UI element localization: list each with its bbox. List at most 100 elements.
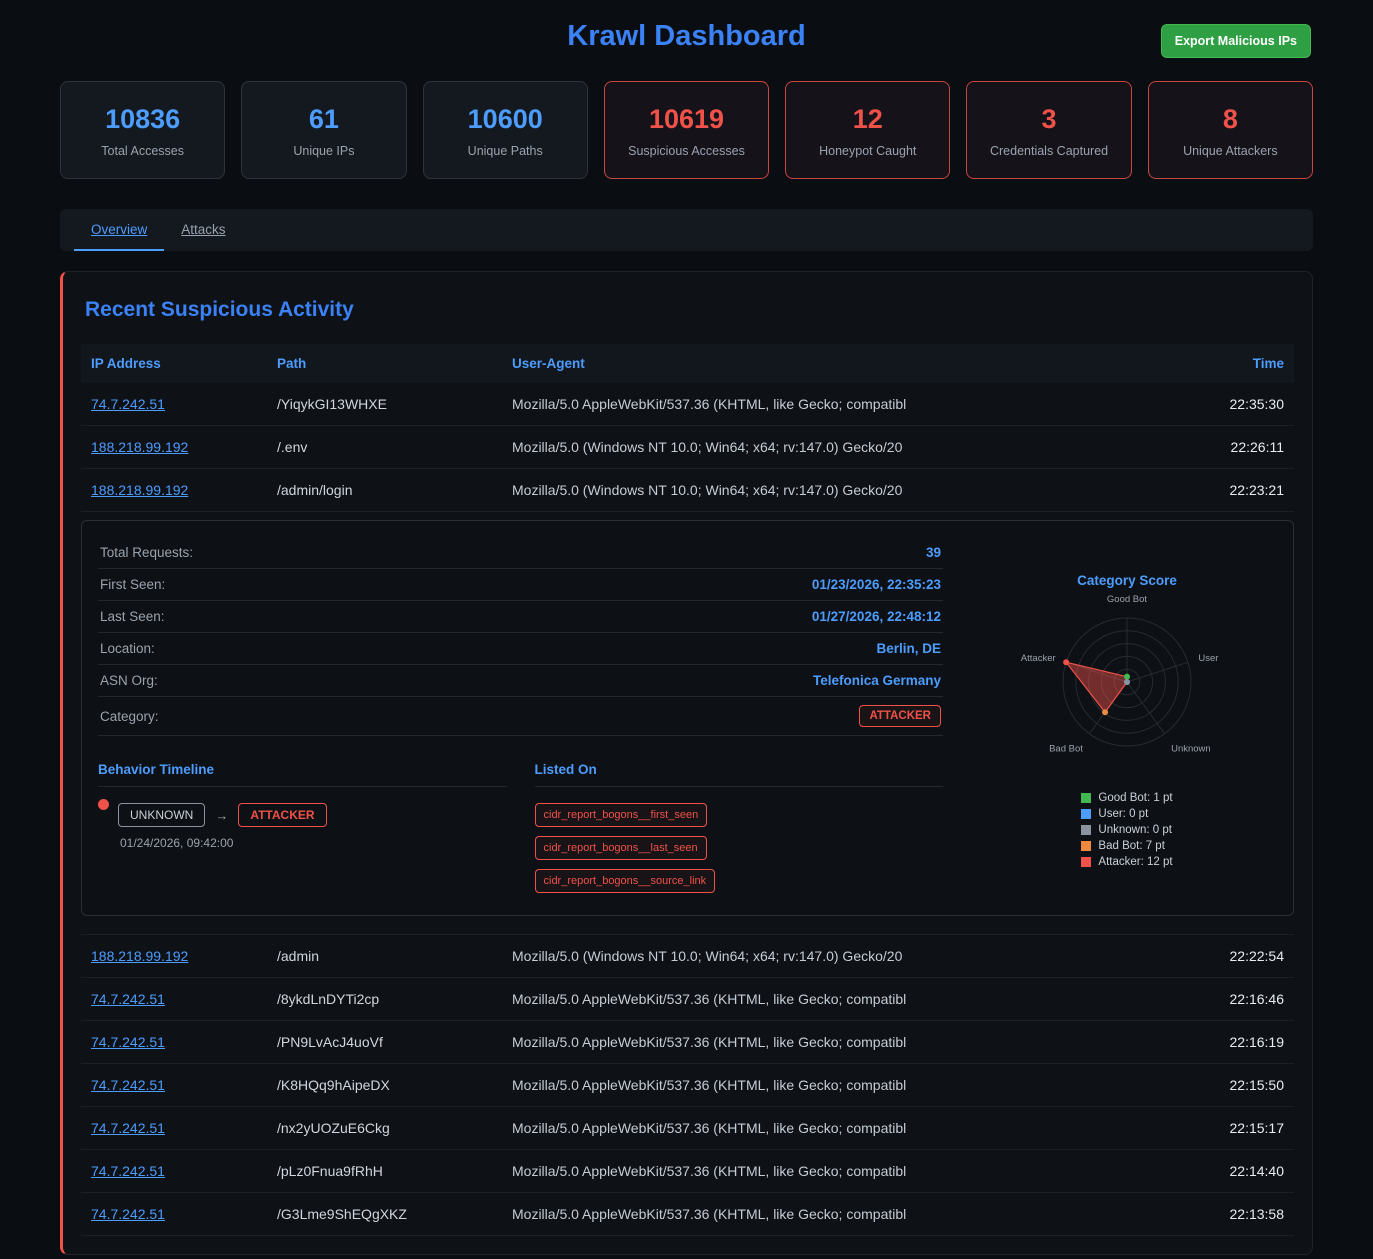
- stat-label: Total Accesses: [67, 144, 218, 158]
- ip-link[interactable]: 188.218.99.192: [91, 482, 188, 498]
- expanded-detail-row: Total Requests: 39 First Seen: 01/23/202…: [81, 512, 1294, 935]
- chart-legend: Good Bot: 1 pt User: 0 pt Unknown: 0 pt: [1081, 788, 1172, 872]
- path-cell: /.env: [267, 426, 502, 469]
- chart-title: Category Score: [977, 573, 1277, 588]
- svg-text:Unknown: Unknown: [1171, 743, 1211, 754]
- legend-item: User: 0 pt: [1081, 808, 1172, 820]
- time-cell: 22:23:21: [1164, 469, 1294, 512]
- path-cell: /YiqykGI13WHXE: [267, 383, 502, 426]
- tab-attacks[interactable]: Attacks: [164, 209, 242, 251]
- ip-cell: 74.7.242.51: [81, 1021, 267, 1064]
- legend-swatch-user: [1081, 809, 1091, 819]
- path-cell: /pLz0Fnua9fRhH: [267, 1150, 502, 1193]
- ip-cell: 188.218.99.192: [81, 426, 267, 469]
- export-malicious-ips-button[interactable]: Export Malicious IPs: [1161, 24, 1311, 58]
- time-cell: 22:16:46: [1164, 978, 1294, 1021]
- table-row[interactable]: 188.218.99.192 /admin/login Mozilla/5.0 …: [81, 469, 1294, 512]
- table-header-row: IP Address Path User-Agent Time: [81, 344, 1294, 383]
- field-value: 01/27/2026, 22:48:12: [812, 609, 941, 624]
- ip-cell: 74.7.242.51: [81, 978, 267, 1021]
- stat-label: Credentials Captured: [973, 144, 1124, 158]
- field-first-seen: First Seen: 01/23/2026, 22:35:23: [98, 569, 943, 601]
- stat-label: Unique IPs: [248, 144, 399, 158]
- ip-detail-fields: Total Requests: 39 First Seen: 01/23/202…: [98, 537, 943, 893]
- stat-label: Honeypot Caught: [792, 144, 943, 158]
- ip-link[interactable]: 74.7.242.51: [91, 1206, 165, 1222]
- field-value: Berlin, DE: [876, 641, 941, 656]
- ip-link[interactable]: 74.7.242.51: [91, 1163, 165, 1179]
- time-cell: 22:26:11: [1164, 426, 1294, 469]
- ip-link[interactable]: 74.7.242.51: [91, 1034, 165, 1050]
- table-row[interactable]: 74.7.242.51 /pLz0Fnua9fRhH Mozilla/5.0 A…: [81, 1150, 1294, 1193]
- svg-text:Bad Bot: Bad Bot: [1049, 743, 1083, 754]
- legend-swatch-good-bot: [1081, 793, 1091, 803]
- timeline-from-badge: UNKNOWN: [118, 803, 205, 827]
- ip-cell: 74.7.242.51: [81, 1107, 267, 1150]
- category-score-section: Category Score Good Bot User Unknown Bad Bo…: [977, 537, 1277, 893]
- table-row[interactable]: 188.218.99.192 /.env Mozilla/5.0 (Window…: [81, 426, 1294, 469]
- field-label: Total Requests:: [100, 545, 193, 560]
- stat-label: Unique Paths: [430, 144, 581, 158]
- stat-label: Unique Attackers: [1155, 144, 1306, 158]
- col-header-path: Path: [267, 344, 502, 383]
- stat-value: 10600: [430, 104, 581, 135]
- table-row[interactable]: 74.7.242.51 /YiqykGI13WHXE Mozilla/5.0 A…: [81, 383, 1294, 426]
- field-value: Telefonica Germany: [813, 673, 941, 688]
- svg-text:User: User: [1198, 653, 1218, 664]
- ip-link[interactable]: 74.7.242.51: [91, 396, 165, 412]
- field-label: ASN Org:: [100, 673, 158, 688]
- field-label: Last Seen:: [100, 609, 165, 624]
- legend-item: Attacker: 12 pt: [1081, 856, 1172, 868]
- path-cell: /G3Lme9ShEQgXKZ: [267, 1193, 502, 1236]
- table-row[interactable]: 74.7.242.51 /K8HQq9hAipeDX Mozilla/5.0 A…: [81, 1064, 1294, 1107]
- listed-on-section: Listed On cidr_report_bogons__first_seen…: [535, 762, 944, 893]
- field-label: First Seen:: [100, 577, 165, 592]
- ip-link[interactable]: 74.7.242.51: [91, 1077, 165, 1093]
- legend-label: Bad Bot: 7 pt: [1098, 840, 1165, 852]
- ip-link[interactable]: 188.218.99.192: [91, 948, 188, 964]
- ip-link[interactable]: 188.218.99.192: [91, 439, 188, 455]
- table-row[interactable]: 188.218.99.192 /admin Mozilla/5.0 (Windo…: [81, 935, 1294, 978]
- svg-text:Attacker: Attacker: [1021, 653, 1056, 664]
- ip-link[interactable]: 74.7.242.51: [91, 991, 165, 1007]
- user-agent-cell: Mozilla/5.0 AppleWebKit/537.36 (KHTML, l…: [502, 1107, 1164, 1150]
- svg-text:Good Bot: Good Bot: [1107, 594, 1147, 605]
- timeline-item: UNKNOWN → ATTACKER: [98, 803, 507, 827]
- time-cell: 22:15:50: [1164, 1064, 1294, 1107]
- field-total-requests: Total Requests: 39: [98, 537, 943, 569]
- behavior-timeline-title: Behavior Timeline: [98, 762, 507, 787]
- stat-label: Suspicious Accesses: [611, 144, 762, 158]
- legend-label: Unknown: 0 pt: [1098, 824, 1172, 836]
- table-row[interactable]: 74.7.242.51 /8ykdLnDYTi2cp Mozilla/5.0 A…: [81, 978, 1294, 1021]
- table-row[interactable]: 74.7.242.51 /G3Lme9ShEQgXKZ Mozilla/5.0 …: [81, 1193, 1294, 1236]
- field-location: Location: Berlin, DE: [98, 633, 943, 665]
- tab-bar: Overview Attacks: [60, 209, 1313, 251]
- ip-link[interactable]: 74.7.242.51: [91, 1120, 165, 1136]
- ip-cell: 74.7.242.51: [81, 383, 267, 426]
- legend-swatch-attacker: [1081, 857, 1091, 867]
- legend-item: Unknown: 0 pt: [1081, 824, 1172, 836]
- page-title: Krawl Dashboard: [62, 20, 1311, 53]
- legend-item: Bad Bot: 7 pt: [1081, 840, 1172, 852]
- user-agent-cell: Mozilla/5.0 AppleWebKit/537.36 (KHTML, l…: [502, 978, 1164, 1021]
- col-header-time: Time: [1164, 344, 1294, 383]
- legend-label: Good Bot: 1 pt: [1098, 792, 1172, 804]
- time-cell: 22:15:17: [1164, 1107, 1294, 1150]
- user-agent-cell: Mozilla/5.0 AppleWebKit/537.36 (KHTML, l…: [502, 1193, 1164, 1236]
- time-cell: 22:22:54: [1164, 935, 1294, 978]
- stats-row: 10836 Total Accesses 61 Unique IPs 10600…: [0, 59, 1373, 179]
- ip-detail-panel: Total Requests: 39 First Seen: 01/23/202…: [81, 520, 1294, 916]
- category-badge: ATTACKER: [859, 705, 941, 727]
- stat-value: 10836: [67, 104, 218, 135]
- path-cell: /PN9LvAcJ4uoVf: [267, 1021, 502, 1064]
- panel-title: Recent Suspicious Activity: [85, 298, 1294, 322]
- ip-cell: 74.7.242.51: [81, 1150, 267, 1193]
- table-row[interactable]: 74.7.242.51 /PN9LvAcJ4uoVf Mozilla/5.0 A…: [81, 1021, 1294, 1064]
- user-agent-cell: Mozilla/5.0 AppleWebKit/537.36 (KHTML, l…: [502, 1064, 1164, 1107]
- user-agent-cell: Mozilla/5.0 AppleWebKit/537.36 (KHTML, l…: [502, 1021, 1164, 1064]
- table-row[interactable]: 74.7.242.51 /nx2yUOZuE6Ckg Mozilla/5.0 A…: [81, 1107, 1294, 1150]
- time-cell: 22:14:40: [1164, 1150, 1294, 1193]
- stat-card-unique-ips: 61 Unique IPs: [241, 81, 406, 179]
- path-cell: /nx2yUOZuE6Ckg: [267, 1107, 502, 1150]
- tab-overview[interactable]: Overview: [74, 209, 164, 251]
